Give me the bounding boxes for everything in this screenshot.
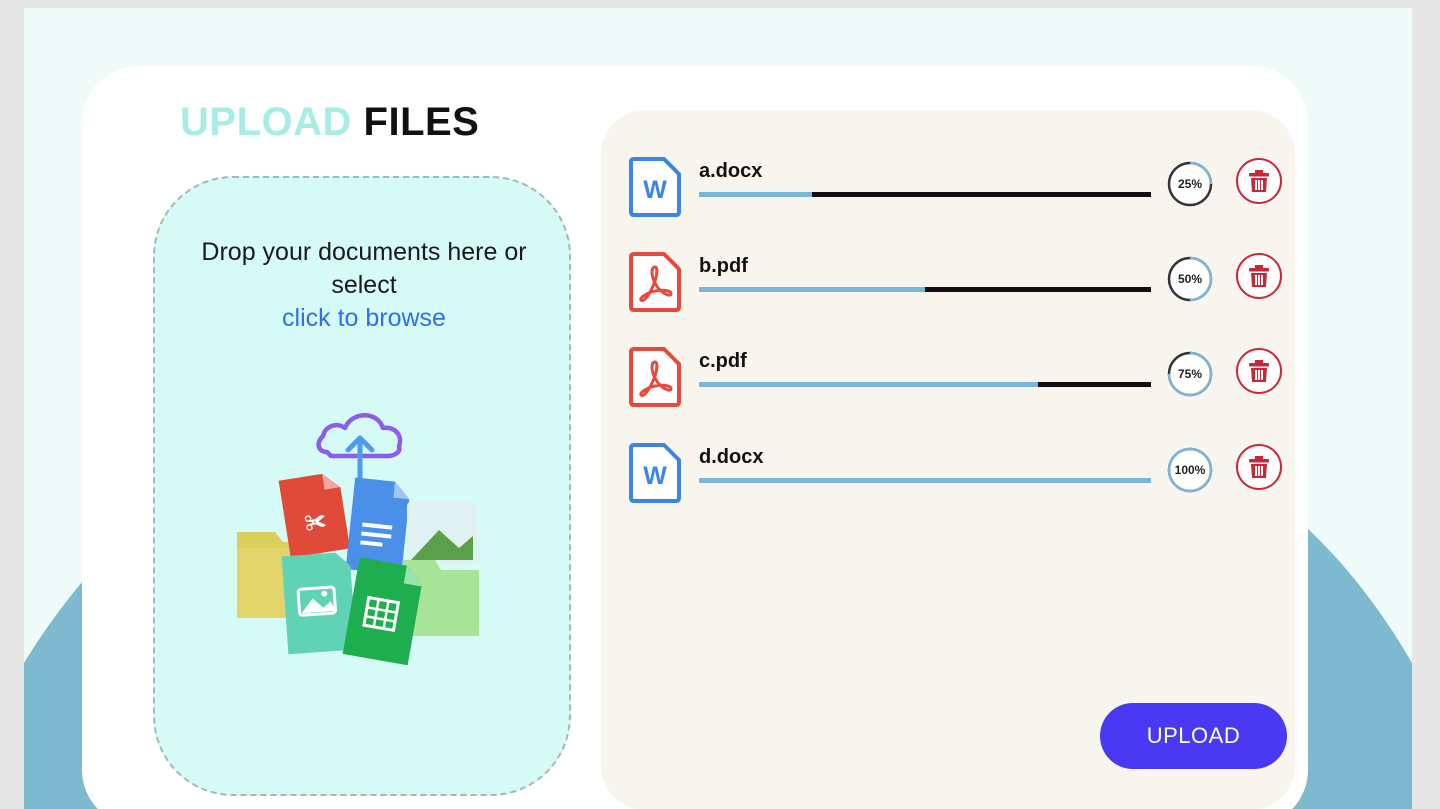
trash-icon xyxy=(1249,265,1269,287)
delete-file-button[interactable] xyxy=(1236,158,1282,204)
upload-progress-bar xyxy=(699,192,1151,197)
file-row: c.pdf 75% xyxy=(628,346,1288,410)
svg-text:✀: ✀ xyxy=(303,509,328,537)
trash-icon xyxy=(1249,360,1269,382)
delete-file-button[interactable] xyxy=(1236,348,1282,394)
progress-percent-label: 100% xyxy=(1174,463,1206,477)
word-file-icon: W xyxy=(628,442,682,504)
upload-progress-bar xyxy=(699,382,1151,387)
title-highlight: UPLOAD xyxy=(180,100,352,144)
upload-progress-bar xyxy=(699,287,1151,292)
file-name: b.pdf xyxy=(699,255,748,277)
progress-percent-label: 50% xyxy=(1177,272,1203,286)
pdf-file-icon xyxy=(628,346,682,408)
file-name: c.pdf xyxy=(699,350,747,372)
pdf-file-icon xyxy=(628,251,682,313)
progress-ring: 25% xyxy=(1166,160,1214,208)
page-title: UPLOAD FILES xyxy=(180,100,479,145)
word-file-icon: W xyxy=(628,156,682,218)
file-dropzone[interactable]: Drop your documents here or select click… xyxy=(153,176,571,796)
dropzone-line-2: select xyxy=(331,271,397,299)
trash-icon xyxy=(1249,456,1269,478)
file-row: W d.docx 100% xyxy=(628,442,1288,506)
upload-progress-bar xyxy=(699,478,1151,483)
upload-progress-fill xyxy=(699,478,1151,483)
dropzone-instructions: Drop your documents here or select click… xyxy=(155,236,573,335)
file-name: a.docx xyxy=(699,160,763,182)
file-name: d.docx xyxy=(699,446,764,468)
progress-percent-label: 75% xyxy=(1177,367,1203,381)
upload-progress-fill xyxy=(699,192,812,197)
progress-percent-label: 25% xyxy=(1177,177,1203,191)
title-main: FILES xyxy=(363,100,480,144)
trash-icon xyxy=(1249,170,1269,192)
svg-text:W: W xyxy=(643,176,667,204)
documents-cloud-upload-illustration: ✀ xyxy=(237,413,479,666)
progress-ring: 75% xyxy=(1166,350,1214,398)
delete-file-button[interactable] xyxy=(1236,444,1282,490)
progress-ring: 50% xyxy=(1166,255,1214,303)
browse-link[interactable]: click to browse xyxy=(155,302,573,335)
upload-button[interactable]: UPLOAD xyxy=(1100,703,1287,769)
dropzone-line-1: Drop your documents here or xyxy=(201,238,527,266)
file-row: b.pdf 50% xyxy=(628,251,1288,315)
progress-ring: 100% xyxy=(1166,446,1214,494)
upload-progress-fill xyxy=(699,382,1038,387)
upload-progress-fill xyxy=(699,287,925,292)
svg-text:W: W xyxy=(643,462,667,490)
delete-file-button[interactable] xyxy=(1236,253,1282,299)
file-row: W a.docx 25% xyxy=(628,156,1288,220)
